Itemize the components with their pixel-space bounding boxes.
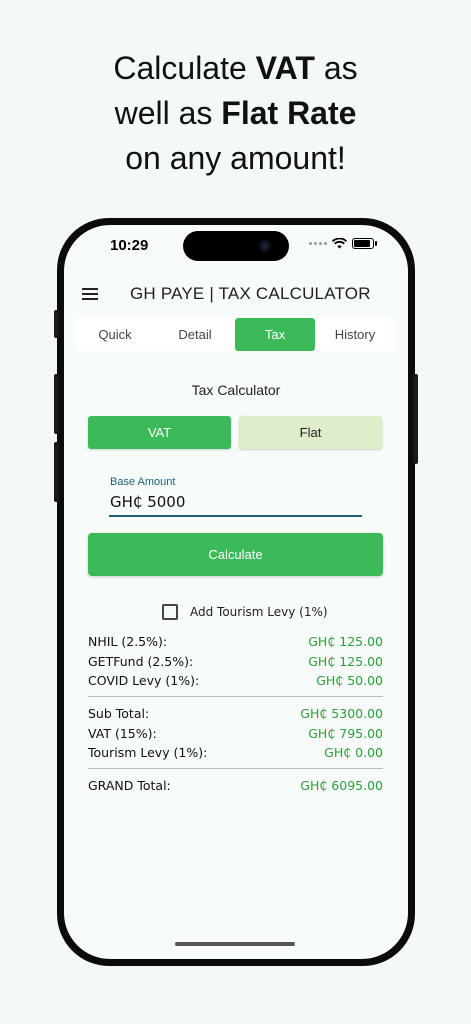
row-label: GETFund (2.5%): <box>88 653 194 669</box>
dynamic-island <box>183 231 289 261</box>
list-item: VAT (15%): GH₵ 795.00 <box>88 726 383 746</box>
headline-bold-text: Flat Rate <box>221 95 357 131</box>
tab-history[interactable]: History <box>315 318 395 351</box>
grand-total-label: GRAND Total: <box>88 778 171 793</box>
row-value: GH₵ 0.00 <box>324 745 383 760</box>
headline-line-1: Calculate VAT as <box>0 46 471 91</box>
divider <box>88 696 383 697</box>
row-label: NHIL (2.5%): <box>88 634 168 649</box>
levies-list: NHIL (2.5%): GH₵ 125.00 GETFund (2.5%): … <box>88 634 383 693</box>
grand-total-row: GRAND Total: GH₵ 6095.00 <box>88 778 383 798</box>
list-item: COVID Levy (1%): GH₵ 50.00 <box>88 673 383 693</box>
base-amount-label: Base Amount <box>110 476 176 488</box>
tourism-levy-option[interactable]: Add Tourism Levy (1%) <box>162 604 328 620</box>
row-value: GH₵ 125.00 <box>308 653 383 669</box>
headline-bold-text: VAT <box>255 50 315 86</box>
grand-total-value: GH₵ 6095.00 <box>300 778 383 793</box>
totals-list: Sub Total: GH₵ 5300.00 VAT (15%): GH₵ 79… <box>88 706 383 765</box>
base-amount-input[interactable] <box>109 489 362 517</box>
list-item: GRAND Total: GH₵ 6095.00 <box>88 778 383 798</box>
battery-icon <box>352 238 377 249</box>
headline-line-2: well as Flat Rate <box>0 91 471 136</box>
section-title: Tax Calculator <box>191 382 281 398</box>
vat-mode-button[interactable]: VAT <box>88 416 231 449</box>
headline-text: Calculate <box>113 50 256 86</box>
home-indicator[interactable] <box>175 942 295 946</box>
power-button <box>413 374 418 464</box>
flat-mode-button[interactable]: Flat <box>239 416 382 449</box>
row-label: VAT (15%): <box>88 725 157 741</box>
list-item: Tourism Levy (1%): GH₵ 0.00 <box>88 745 383 765</box>
status-icons <box>309 238 377 249</box>
silent-switch <box>54 310 59 338</box>
tab-tax[interactable]: Tax <box>235 318 315 351</box>
status-time: 10:29 <box>110 237 149 254</box>
tourism-levy-checkbox[interactable] <box>162 604 178 620</box>
row-value: GH₵ 795.00 <box>308 725 383 741</box>
volume-down-button <box>54 442 59 502</box>
list-item: NHIL (2.5%): GH₵ 125.00 <box>88 634 383 654</box>
list-item: Sub Total: GH₵ 5300.00 <box>88 706 383 726</box>
camera-icon <box>259 240 271 252</box>
row-value: GH₵ 5300.00 <box>300 706 383 721</box>
headline-text: well as <box>114 95 222 131</box>
tab-detail[interactable]: Detail <box>155 318 235 351</box>
tab-bar: Quick Detail Tax History <box>75 318 395 351</box>
row-value: GH₵ 50.00 <box>316 673 383 688</box>
headline-text: as <box>314 50 358 86</box>
app-bar: GH PAYE | TAX CALCULATOR <box>64 280 408 310</box>
row-value: GH₵ 125.00 <box>308 634 383 649</box>
wifi-icon <box>332 238 347 249</box>
hamburger-menu-icon[interactable] <box>82 288 98 300</box>
list-item: GETFund (2.5%): GH₵ 125.00 <box>88 654 383 674</box>
row-label: Tourism Levy (1%): <box>88 745 208 760</box>
headline-line-3: on any amount! <box>125 140 346 176</box>
row-label: Sub Total: <box>88 706 150 721</box>
row-label: COVID Levy (1%): <box>88 673 200 688</box>
signal-dots-icon <box>309 242 327 245</box>
volume-up-button <box>54 374 59 434</box>
divider <box>88 768 383 769</box>
tourism-levy-label: Add Tourism Levy (1%) <box>190 605 328 619</box>
phone-screen: 10:29 GH PAYE | TAX CALCULATOR Quick Det… <box>64 225 408 959</box>
tab-quick[interactable]: Quick <box>75 318 155 351</box>
calculate-button[interactable]: Calculate <box>88 533 383 576</box>
promo-headline: Calculate VAT as well as Flat Rate on an… <box>0 46 471 181</box>
app-title: GH PAYE | TAX CALCULATOR <box>130 284 371 303</box>
